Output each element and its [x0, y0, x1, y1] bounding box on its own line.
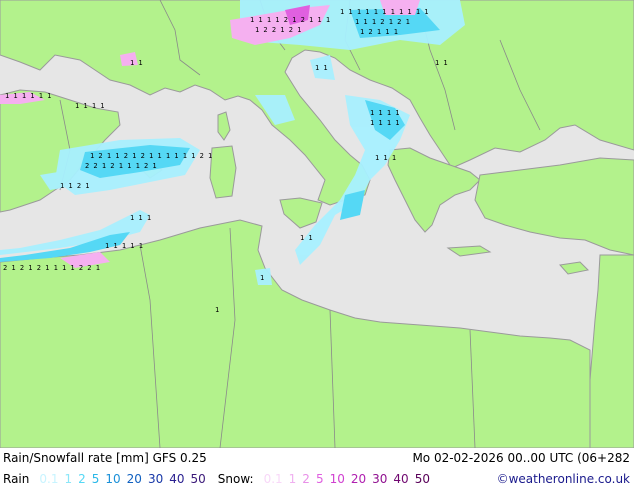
- rain-scale-value: 30: [147, 472, 164, 486]
- rain-scale: 0.1 1 2 5 10 20 30 40 50: [39, 472, 211, 486]
- rain-scale-value: 50: [190, 472, 206, 486]
- svg-text:1 1: 1 1: [315, 64, 328, 72]
- rain-scale-value: 1: [64, 472, 73, 486]
- rain-scale-value: 0.1: [39, 472, 59, 486]
- snow-scale-value: 20: [350, 472, 367, 486]
- snow-scale-value: 2: [302, 472, 310, 486]
- rain-scale-value: 40: [169, 472, 185, 486]
- snow-scale-value: 5: [315, 472, 324, 486]
- svg-text:1 1: 1 1: [435, 59, 448, 67]
- svg-text:1 1 1 1: 1 1 1 1: [75, 102, 105, 110]
- svg-text:1 1 1 1: 1 1 1 1: [370, 109, 400, 117]
- credit-link[interactable]: ©weatheronline.co.uk: [497, 472, 630, 486]
- svg-text:1: 1: [260, 274, 264, 282]
- snow-scale-value: 30: [372, 472, 388, 486]
- svg-text:1 1 1 2 1 2 1: 1 1 1 2 1 2 1: [355, 18, 410, 26]
- snow-legend-label: Snow:: [217, 472, 254, 486]
- snow-scale: 0.1 1 2 5 10 20 30 40 50: [264, 472, 436, 486]
- map-title: Rain/Snowfall rate [mm] GFS 0.25: [3, 451, 207, 465]
- svg-text:1 1: 1 1: [300, 234, 313, 242]
- rain-legend-label: Rain: [3, 472, 30, 486]
- svg-text:1 2 2 1 2 1: 1 2 2 1 2 1: [255, 26, 301, 34]
- svg-text:1 1: 1 1: [130, 59, 143, 67]
- svg-text:1: 1: [215, 306, 219, 314]
- snow-scale-value: 50: [414, 472, 430, 486]
- snow-scale-value: 1: [288, 472, 297, 486]
- svg-text:1 1 2 1: 1 1 2 1: [60, 182, 90, 190]
- svg-text:1 2 1 1 1: 1 2 1 1 1: [360, 28, 398, 36]
- svg-text:1 1 1 1: 1 1 1 1: [370, 119, 400, 127]
- snow-scale-value: 40: [393, 472, 409, 486]
- svg-text:1 1 1 1 1 1 1 1 1 1 1: 1 1 1 1 1 1 1 1 1 1 1: [340, 8, 429, 16]
- rain-scale-value: 20: [126, 472, 142, 486]
- svg-text:1 1 1: 1 1 1: [130, 214, 151, 222]
- svg-text:1 1 1 1 1 1: 1 1 1 1 1 1: [5, 92, 51, 100]
- svg-text:1 2 1 1 2 1 2 1 1 1 1 1 1 2 1: 1 2 1 1 2 1 2 1 1 1 1 1 1 2 1: [90, 152, 212, 160]
- svg-text:2 2 1 2 1 1 1 2 1: 2 2 1 2 1 1 1 2 1: [85, 162, 157, 170]
- svg-text:1 1 1: 1 1 1: [375, 154, 396, 162]
- land-sardinia: [209, 145, 237, 199]
- legend: Rain 0.1 1 2 5 10 20 30 40 50 Snow: 0.1 1 2 5 10 20 30…: [3, 472, 436, 486]
- svg-text:1 1 1 1 2 1 2 1 1 1: 1 1 1 1 2 1 2 1 1 1: [250, 16, 330, 24]
- svg-text:2 1 2 1 2 1 1 1 1 2 2 1: 2 1 2 1 2 1 1 1 1 2 2 1: [3, 264, 100, 272]
- rain-scale-value: 10: [105, 472, 121, 486]
- snow-scale-value: 10: [329, 472, 345, 486]
- svg-text:1 1 1 1 1: 1 1 1 1 1: [105, 242, 143, 250]
- map-footer: Rain/Snowfall rate [mm] GFS 0.25 Mo 02-0…: [0, 448, 634, 490]
- rain-scale-value: 5: [91, 472, 100, 486]
- forecast-datetime: Mo 02-02-2026 00..00 UTC (06+282: [412, 451, 630, 465]
- snow-scale-value: 0.1: [263, 472, 283, 486]
- rain-scale-value: 2: [78, 472, 86, 486]
- precipitation-map: 1 1 1 1 2 1 2 1 1 1 1 2 2 1 2 1 1 1 1 1 …: [0, 0, 634, 448]
